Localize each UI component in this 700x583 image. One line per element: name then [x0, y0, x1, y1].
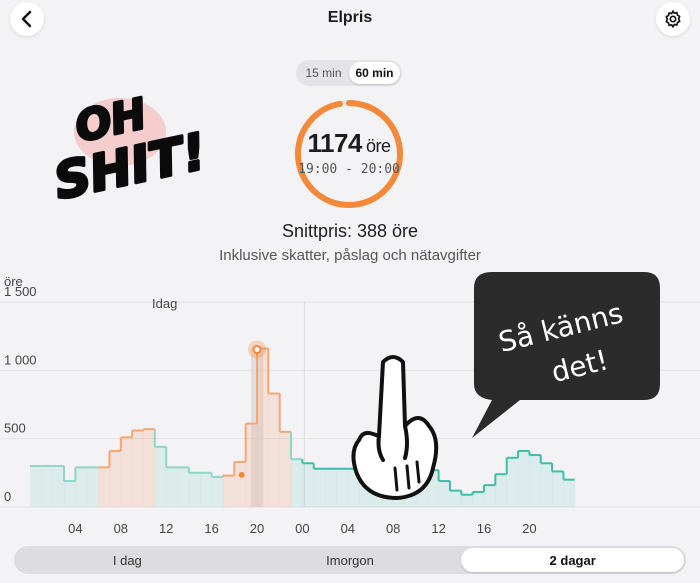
interval-option-15[interactable]: 15 min — [298, 62, 349, 84]
price-bar — [529, 455, 542, 507]
price-bar — [518, 450, 530, 507]
price-bar — [279, 431, 292, 507]
hand-gesture-icon — [351, 355, 439, 500]
x-tick-label: 12 — [431, 521, 445, 536]
price-bar — [552, 471, 564, 507]
x-tick-label: 04 — [68, 521, 82, 536]
speech-bubble: Så känns det! — [472, 272, 660, 438]
price-bar — [461, 494, 474, 507]
price-bar — [166, 467, 178, 507]
price-bar — [472, 491, 485, 507]
period-option-today[interactable]: I dag — [16, 548, 239, 572]
current-price: 1174 öre — [294, 128, 404, 159]
price-bar — [132, 430, 144, 507]
x-tick-label: 08 — [114, 521, 128, 536]
page-title: Elpris — [327, 9, 373, 26]
y-axis-label: öre — [4, 274, 23, 289]
average-price: Snittpris: 388 öre — [281, 221, 419, 241]
x-tick-label: 20 — [250, 521, 264, 536]
period-selector: I dag Imorgon 2 dagar — [14, 546, 686, 574]
price-bar — [200, 472, 212, 507]
price-bar — [495, 474, 508, 507]
price-bar — [268, 393, 281, 507]
y-tick-label: 0 — [4, 489, 11, 504]
price-bar — [291, 459, 303, 507]
price-bar — [64, 481, 76, 507]
period-option-two-days[interactable]: 2 dagar — [461, 548, 685, 572]
price-bar — [234, 461, 247, 507]
price-bar — [245, 423, 258, 507]
interval-option-60[interactable]: 60 min — [349, 62, 400, 84]
price-bar — [540, 463, 553, 507]
x-tick-label: 12 — [159, 521, 173, 536]
current-hour-marker — [252, 344, 262, 354]
price-bar — [188, 472, 201, 507]
price-bar — [325, 468, 337, 507]
x-tick-label: 04 — [341, 521, 355, 536]
price-bar — [30, 466, 42, 507]
y-tick-label: 1 000 — [4, 352, 37, 367]
price-bar — [222, 475, 235, 507]
price-bar — [506, 457, 519, 507]
price-bar — [313, 468, 326, 507]
price-bar — [211, 476, 224, 507]
day-label: Idag — [152, 296, 177, 311]
price-bar — [98, 467, 110, 507]
price-bar — [449, 490, 462, 507]
x-tick-label: 00 — [295, 521, 309, 536]
price-bar — [52, 466, 65, 507]
x-tick-label: 16 — [204, 521, 218, 536]
interval-toggle: 15 min 60 min — [296, 60, 402, 86]
price-bar — [302, 463, 315, 507]
x-tick-label: 08 — [386, 521, 400, 536]
oh-shit-sticker: OH SHIT! — [48, 87, 213, 200]
header: Elpris — [0, 0, 700, 40]
x-tick-label: 20 — [522, 521, 536, 536]
gear-icon — [665, 10, 681, 28]
price-bar — [143, 429, 156, 507]
period-option-tomorrow[interactable]: Imorgon — [239, 548, 462, 572]
price-bar — [154, 446, 167, 507]
settings-button[interactable] — [656, 2, 690, 36]
price-note: Inklusive skatter, påslag och nätavgifte… — [219, 247, 481, 264]
price-bar — [86, 467, 99, 507]
price-bar — [120, 437, 133, 507]
previous-point-marker — [238, 471, 245, 478]
current-time-range: 19:00 - 20:00 — [298, 162, 400, 177]
current-price-unit: öre — [365, 136, 391, 156]
y-tick-label: 500 — [4, 421, 26, 436]
price-bar — [177, 467, 190, 507]
x-tick-label: 16 — [477, 521, 491, 536]
current-price-value: 1174 — [307, 128, 363, 158]
price-bar — [257, 348, 269, 507]
price-bar — [75, 467, 88, 507]
price-bar — [484, 485, 496, 507]
price-bar — [41, 466, 54, 507]
price-bar — [563, 479, 576, 507]
price-bar — [109, 450, 122, 507]
